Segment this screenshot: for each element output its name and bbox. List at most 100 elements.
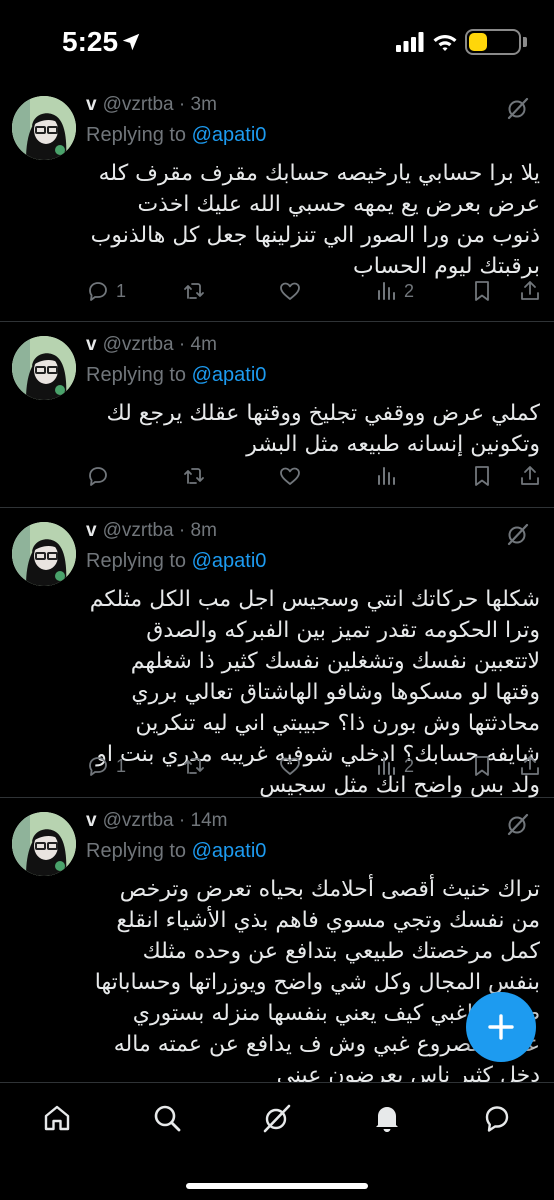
tweet-meta: v @vzrtba · 8m <box>86 520 217 541</box>
battery-tip <box>523 37 527 47</box>
retweet-icon <box>184 468 204 484</box>
reply-icon <box>89 467 107 486</box>
share-icon <box>521 466 539 485</box>
tweet[interactable]: v @vzrtba · 8m Replying to @apati0 شكلها … <box>0 508 554 798</box>
tweet-time: 14m <box>190 810 228 831</box>
share-icon <box>521 281 539 300</box>
tweet-time: 3m <box>190 94 217 115</box>
bookmark-button[interactable] <box>470 462 494 490</box>
analytics-icon <box>378 757 395 775</box>
author-handle[interactable]: @vzrtba <box>103 810 174 831</box>
tweet-time: 8m <box>190 520 217 541</box>
bookmark-icon <box>475 281 489 301</box>
bookmark-button[interactable] <box>470 752 494 780</box>
analytics-icon <box>378 467 395 485</box>
views-button[interactable]: 2 <box>374 752 414 780</box>
tweet-actions: 1 2 <box>86 277 546 305</box>
author-handle[interactable]: @vzrtba <box>103 520 174 541</box>
tweet[interactable]: v @vzrtba · 3m Replying to @apati0 يلا بر… <box>0 82 554 322</box>
replying-to: Replying to @apati0 <box>86 124 266 147</box>
share-button[interactable] <box>518 752 542 780</box>
compose-button[interactable] <box>466 992 536 1062</box>
author-name[interactable]: v <box>86 334 97 355</box>
reply-icon <box>89 282 107 301</box>
reply-button[interactable]: 1 <box>86 752 126 780</box>
avatar[interactable] <box>12 96 76 160</box>
replying-label: Replying to <box>86 364 187 386</box>
avatar[interactable] <box>12 812 76 876</box>
cellular-signal-icon <box>396 32 424 52</box>
tweet-text: تراك خنيث أقصى أحلامك بحياه تعرض وترخص م… <box>94 877 540 1082</box>
tweet-meta: v @vzrtba · 14m <box>86 810 228 831</box>
replying-to: Replying to @apati0 <box>86 550 266 573</box>
author-name[interactable]: v <box>86 94 97 115</box>
grok-icon[interactable] <box>262 1103 292 1133</box>
share-icon <box>521 756 539 775</box>
share-button[interactable] <box>518 277 542 305</box>
heart-icon <box>280 467 300 485</box>
reply-count: 1 <box>116 280 127 301</box>
retweet-icon <box>184 283 204 299</box>
like-button[interactable] <box>278 462 308 490</box>
reply-icon <box>89 757 107 776</box>
author-handle[interactable]: @vzrtba <box>103 94 174 115</box>
author-name[interactable]: v <box>86 520 97 541</box>
grok-icon[interactable] <box>506 96 530 120</box>
bookmark-button[interactable] <box>470 277 494 305</box>
location-arrow-icon <box>122 33 140 51</box>
chat-bubble-icon[interactable] <box>482 1103 512 1133</box>
home-icon[interactable] <box>42 1103 72 1133</box>
retweet-button[interactable] <box>182 752 212 780</box>
tweet-meta: v @vzrtba · 3m <box>86 94 217 115</box>
views-count: 2 <box>404 280 415 301</box>
mention-link[interactable]: @apati0 <box>192 364 267 386</box>
replying-label: Replying to <box>86 840 187 862</box>
bookmark-icon <box>475 756 489 776</box>
author-handle[interactable]: @vzrtba <box>103 334 174 355</box>
avatar[interactable] <box>12 522 76 586</box>
like-button[interactable] <box>278 277 308 305</box>
replying-label: Replying to <box>86 550 187 572</box>
bookmark-icon <box>475 466 489 486</box>
grok-icon[interactable] <box>506 812 530 836</box>
home-indicator <box>186 1183 368 1189</box>
bell-icon[interactable] <box>372 1103 402 1133</box>
reply-feed[interactable]: v @vzrtba · 3m Replying to @apati0 يلا بر… <box>0 82 554 1082</box>
retweet-icon <box>184 758 204 774</box>
status-time: 5:25 <box>62 26 119 57</box>
views-button[interactable]: 2 <box>374 277 414 305</box>
mention-link[interactable]: @apati0 <box>192 124 267 146</box>
retweet-button[interactable] <box>182 462 212 490</box>
reply-count: 1 <box>116 755 127 776</box>
battery-icon: 7 <box>465 29 521 55</box>
battery-level: 7 <box>488 32 498 51</box>
reply-button[interactable] <box>86 462 116 490</box>
replying-to: Replying to @apati0 <box>86 840 266 863</box>
mention-link[interactable]: @apati0 <box>192 550 267 572</box>
mention-link[interactable]: @apati0 <box>192 840 267 862</box>
like-button[interactable] <box>278 752 308 780</box>
heart-icon <box>280 757 300 775</box>
share-button[interactable] <box>518 462 542 490</box>
plus-icon <box>488 1014 514 1040</box>
analytics-icon <box>378 282 395 300</box>
wifi-icon <box>433 35 457 51</box>
search-icon[interactable] <box>152 1103 182 1133</box>
reply-button[interactable]: 1 <box>86 277 126 305</box>
tweet-text: كملي عرض ووقفي تجليخ ووقتها عقلك يرجع لك… <box>106 401 540 457</box>
views-button[interactable] <box>374 462 404 490</box>
tweet[interactable]: v @vzrtba · 4m Replying to @apati0 كملي ع… <box>0 322 554 508</box>
tweet-actions <box>86 462 546 490</box>
tweet-time: 4m <box>190 334 217 355</box>
tweet-actions: 1 2 <box>86 752 546 780</box>
status-bar: 5:25 7 <box>0 0 554 82</box>
tweet-meta: v @vzrtba · 4m <box>86 334 217 355</box>
tweet-text: يلا برا حسابي يارخيصه حسابك مقرف مقرف كل… <box>90 161 540 279</box>
author-name[interactable]: v <box>86 810 97 831</box>
views-count: 2 <box>404 755 415 776</box>
replying-to: Replying to @apati0 <box>86 364 266 387</box>
retweet-button[interactable] <box>182 277 212 305</box>
grok-icon[interactable] <box>506 522 530 546</box>
avatar[interactable] <box>12 336 76 400</box>
heart-icon <box>280 282 300 300</box>
